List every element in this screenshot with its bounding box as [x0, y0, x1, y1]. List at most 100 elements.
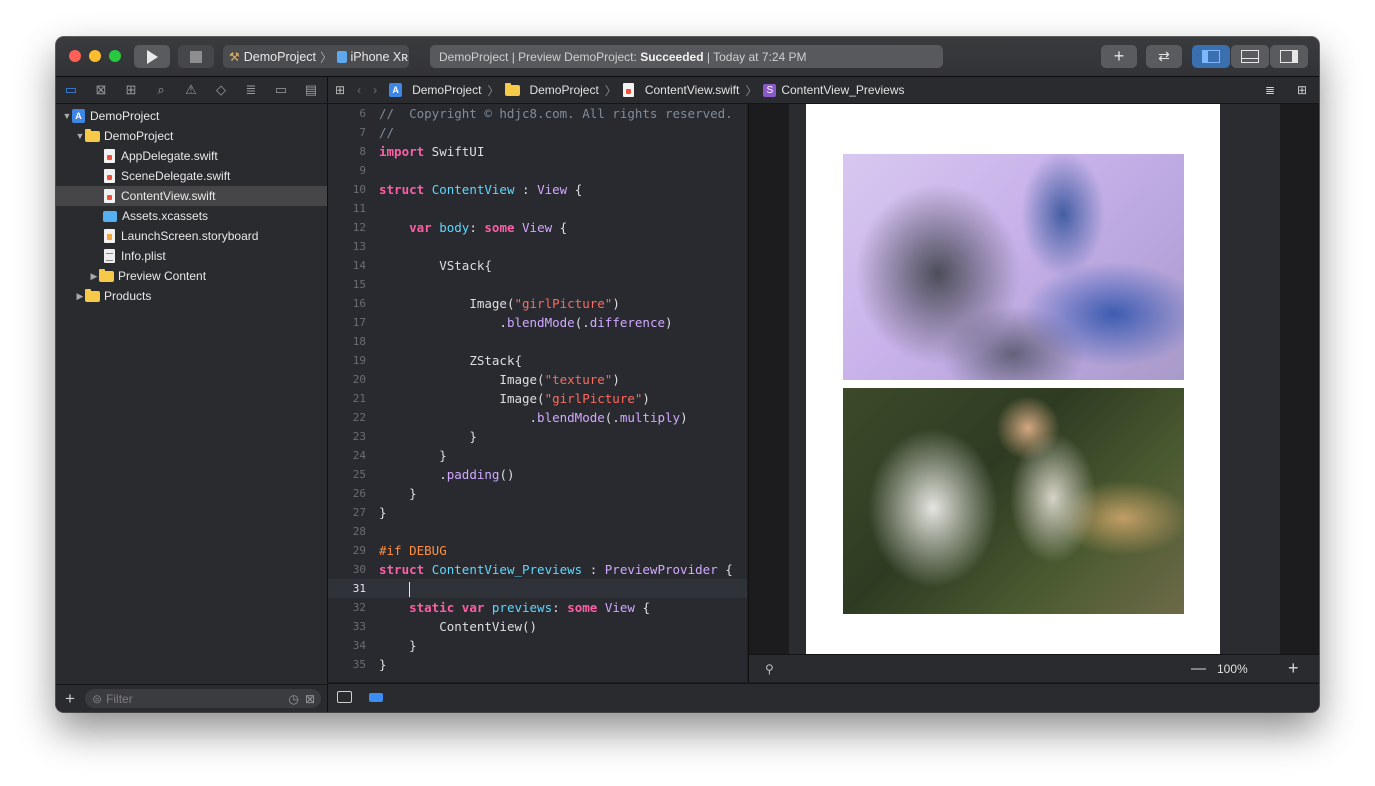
jump-bar: ⊞ ‹ › A DemoProject 〉 DemoProject 〉 Cont… [328, 77, 1319, 104]
source-editor[interactable]: 6 // Copyright © hdjc8.com. All rights re… [328, 104, 747, 682]
type-token: PreviewProvider [604, 562, 718, 577]
debug-icon[interactable]: ≣ [236, 82, 266, 98]
chevron-right-icon: 〉 [604, 83, 617, 98]
stop-button[interactable] [178, 45, 214, 68]
tree-item-file[interactable]: LaunchScreen.storyboard [56, 226, 327, 246]
code-line: 28 [328, 522, 747, 541]
disclosure-open-icon[interactable]: ▼ [75, 131, 85, 141]
toggle-inspector-button[interactable] [1270, 45, 1308, 68]
toggle-navigator-button[interactable] [1192, 45, 1230, 68]
tree-item-file[interactable]: Assets.xcassets [56, 206, 327, 226]
activity-viewer[interactable]: DemoProject | Preview DemoProject: Succe… [430, 45, 943, 68]
stop-icon [190, 50, 202, 63]
add-editor-icon[interactable]: ⊞ [1297, 83, 1307, 97]
breadcrumb-symbol[interactable]: S ContentView_Previews [763, 83, 905, 97]
identifier-token: previews [491, 600, 553, 615]
minimize-window-button[interactable] [89, 50, 101, 62]
test-icon[interactable]: ◇ [206, 82, 236, 98]
code-token: ) [665, 315, 673, 330]
keyword-token: struct [379, 562, 425, 577]
code-line: 27} [328, 503, 747, 522]
breadcrumb-label: ContentView_Previews [781, 83, 905, 97]
zoom-in-icon[interactable]: + [1288, 658, 1299, 679]
preview-canvas[interactable]: ⚲ — 100% + [748, 104, 1319, 682]
xcode-project-icon: A [72, 109, 85, 123]
left-panel-icon [1202, 50, 1220, 63]
tree-item-file-selected[interactable]: ContentView.swift [56, 186, 327, 206]
code-line: 29 #if DEBUG [328, 541, 747, 560]
code-token: { [567, 182, 583, 197]
library-button[interactable]: + [1101, 45, 1137, 68]
close-window-button[interactable] [69, 50, 81, 62]
breadcrumb-project[interactable]: A DemoProject [389, 83, 481, 97]
code-review-button[interactable]: ⇄ [1146, 45, 1182, 68]
filter-placeholder: Filter [106, 691, 133, 706]
filter-icon: ⊜ [92, 691, 103, 706]
code-token: VStack{ [439, 258, 492, 273]
tree-item-file[interactable]: Info.plist [56, 246, 327, 266]
code-token: Image( [469, 296, 515, 311]
symbol-icon[interactable]: ⊞ [116, 82, 146, 98]
code-token: ZStack{ [469, 353, 522, 368]
search-icon[interactable]: ⌕ [146, 82, 176, 98]
code-line: 10 struct ContentView : View { [328, 180, 747, 199]
back-icon[interactable]: ‹ [357, 83, 361, 97]
toggle-debug-area-button[interactable] [1231, 45, 1269, 68]
breadcrumb-group[interactable]: DemoProject [505, 82, 599, 97]
disclosure-closed-icon[interactable]: ▶ [75, 291, 85, 302]
source-control-filter-icon[interactable]: ⊠ [305, 692, 315, 706]
line-number: 6 [359, 107, 366, 120]
filter-input[interactable]: ⊜ Filter ◷ ⊠ [85, 689, 321, 708]
code-token: Image( [499, 391, 545, 406]
recent-files-icon[interactable]: ◷ [289, 692, 299, 706]
zoom-window-button[interactable] [109, 50, 121, 62]
tree-item-project[interactable]: ▼ A DemoProject [56, 106, 327, 126]
source-control-icon[interactable]: ⊠ [86, 82, 116, 98]
type-token: ContentView [431, 182, 515, 197]
pin-icon[interactable]: ⚲ [765, 662, 774, 676]
project-navigator: ▭ ⊠ ⊞ ⌕ ⚠ ◇ ≣ ▭ ▤ ▼ A DemoProject ▼ Demo… [56, 77, 328, 712]
type-token: ContentView_Previews [431, 562, 583, 577]
tree-item-label: SceneDelegate.swift [121, 169, 231, 183]
line-number: 23 [352, 430, 366, 443]
editor-options-icon[interactable]: ≣ [1265, 83, 1275, 97]
breakpoint-icon[interactable]: ▭ [266, 82, 296, 98]
warning-icon[interactable]: ⚠ [176, 82, 206, 98]
minimap-icon[interactable] [337, 691, 352, 703]
tree-item-file[interactable]: AppDelegate.swift [56, 146, 327, 166]
line-number: 9 [359, 164, 366, 177]
disclosure-closed-icon[interactable]: ▶ [89, 271, 99, 282]
report-icon[interactable]: ▤ [296, 82, 326, 98]
run-button[interactable] [134, 45, 170, 68]
related-items-icon[interactable]: ⊞ [335, 83, 345, 97]
forward-icon[interactable]: › [373, 83, 377, 97]
line-number: 35 [352, 658, 366, 671]
tree-item-group[interactable]: ▶ Preview Content [56, 266, 327, 286]
scheme-selector[interactable]: ⚒ DemoProject 〉 iPhone Xʀ [223, 45, 409, 68]
line-number: 20 [352, 373, 366, 386]
code-line: 18 [328, 332, 747, 351]
breadcrumb-file[interactable]: ContentView.swift [622, 83, 739, 97]
add-icon[interactable]: + [65, 689, 75, 709]
preview-image-difference [843, 154, 1184, 380]
code-token: () [499, 467, 515, 482]
text-cursor [409, 582, 411, 597]
code-token: ) [642, 391, 650, 406]
code-line: 8 import SwiftUI [328, 142, 747, 161]
toolbar: ⚒ DemoProject 〉 iPhone Xʀ DemoProject | … [56, 37, 1319, 77]
code-token: ) [612, 296, 620, 311]
keyword-token: some [567, 600, 598, 615]
line-number: 28 [352, 525, 366, 538]
code-token: . [499, 315, 507, 330]
line-number: 21 [352, 392, 366, 405]
line-number: 8 [359, 145, 366, 158]
tree-item-group[interactable]: ▼ DemoProject [56, 126, 327, 146]
code-token: (. [574, 315, 590, 330]
breakpoints-toggle-icon[interactable] [369, 693, 383, 702]
zoom-out-icon[interactable]: — [1191, 660, 1206, 677]
tree-item-file[interactable]: SceneDelegate.swift [56, 166, 327, 186]
tree-item-group[interactable]: ▶ Products [56, 286, 327, 306]
folder-icon[interactable]: ▭ [56, 82, 86, 98]
code-line: 25 .padding() [328, 465, 747, 484]
disclosure-open-icon[interactable]: ▼ [62, 111, 72, 121]
